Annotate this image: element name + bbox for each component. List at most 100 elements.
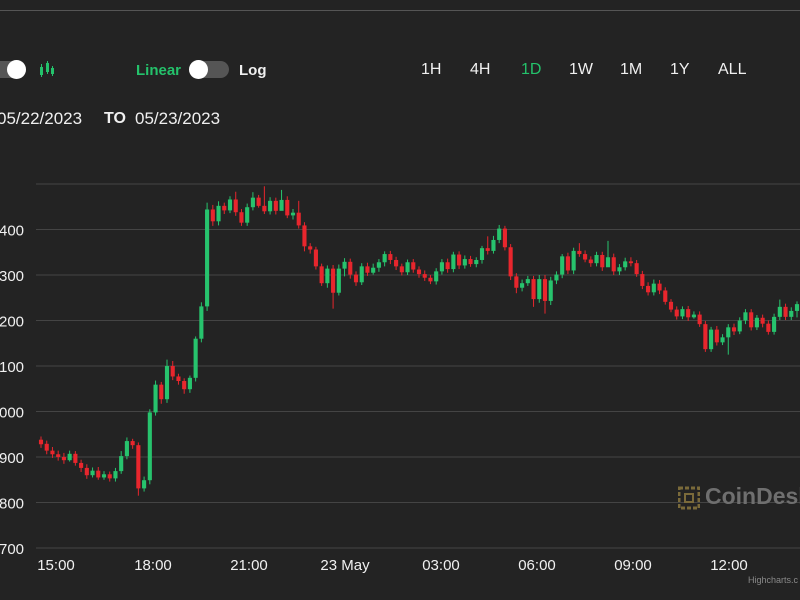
candle[interactable] (680, 306, 685, 320)
candle[interactable] (445, 258, 450, 273)
candle[interactable] (227, 196, 233, 214)
candle[interactable] (331, 264, 336, 309)
candle[interactable] (600, 251, 605, 271)
candle[interactable] (342, 258, 347, 277)
candle[interactable] (623, 257, 628, 271)
candle[interactable] (674, 306, 679, 320)
candle[interactable] (119, 451, 124, 474)
candle[interactable] (256, 194, 261, 208)
candle[interactable] (107, 471, 112, 482)
candle[interactable] (565, 252, 570, 275)
candle[interactable] (628, 257, 633, 267)
candle[interactable] (73, 451, 78, 466)
candle[interactable] (325, 265, 330, 288)
candle[interactable] (147, 409, 152, 485)
candle[interactable] (663, 287, 668, 305)
candle[interactable] (646, 282, 651, 296)
candle[interactable] (56, 450, 61, 461)
candle[interactable] (520, 279, 525, 292)
candle[interactable] (233, 191, 238, 216)
candle[interactable] (250, 192, 255, 211)
candle[interactable] (571, 247, 576, 275)
candle[interactable] (216, 201, 221, 226)
candle[interactable] (772, 313, 777, 335)
candle[interactable] (193, 336, 198, 382)
candle[interactable] (273, 197, 278, 215)
candle[interactable] (554, 271, 559, 285)
candle[interactable] (577, 243, 582, 257)
candle[interactable] (416, 266, 422, 278)
candle[interactable] (268, 197, 273, 215)
candle[interactable] (159, 381, 164, 404)
candle[interactable] (783, 303, 788, 321)
candle[interactable] (731, 323, 737, 336)
candle[interactable] (428, 275, 433, 285)
candle[interactable] (38, 436, 44, 448)
candle[interactable] (766, 320, 771, 335)
candle[interactable] (491, 235, 496, 254)
candle[interactable] (462, 255, 467, 269)
candle[interactable] (611, 253, 616, 275)
candle[interactable] (434, 268, 439, 285)
candle[interactable] (588, 256, 593, 267)
candle[interactable] (743, 309, 748, 325)
candle[interactable] (182, 378, 187, 394)
candle[interactable] (302, 222, 307, 252)
candle[interactable] (502, 225, 507, 251)
candle[interactable] (388, 250, 393, 265)
candle[interactable] (336, 264, 341, 296)
candle[interactable] (537, 275, 542, 303)
candle[interactable] (96, 467, 101, 480)
candle[interactable] (411, 259, 416, 273)
candle[interactable] (720, 334, 725, 346)
candle[interactable] (142, 476, 147, 492)
candle[interactable] (113, 467, 118, 482)
candle[interactable] (348, 258, 353, 279)
candle[interactable] (382, 251, 387, 267)
candle[interactable] (479, 245, 485, 264)
candle[interactable] (726, 324, 731, 355)
candle[interactable] (187, 375, 192, 393)
candle[interactable] (365, 262, 370, 276)
candle[interactable] (691, 311, 696, 319)
candle[interactable] (749, 309, 754, 331)
candle[interactable] (394, 256, 399, 270)
candle[interactable] (399, 263, 404, 276)
candle[interactable] (468, 255, 473, 267)
candle[interactable] (359, 263, 364, 286)
candle[interactable] (514, 273, 519, 294)
candle[interactable] (124, 437, 129, 460)
candle[interactable] (44, 440, 49, 455)
candle[interactable] (583, 250, 588, 263)
candle[interactable] (657, 280, 662, 295)
candle[interactable] (777, 299, 782, 321)
candle[interactable] (714, 325, 719, 346)
candle[interactable] (245, 203, 250, 226)
candle[interactable] (371, 263, 376, 275)
candle[interactable] (205, 202, 210, 311)
highcharts-credits[interactable]: Highcharts.c (748, 575, 798, 585)
candle[interactable] (754, 315, 759, 331)
candle[interactable] (136, 442, 141, 496)
candle[interactable] (457, 251, 462, 270)
candle[interactable] (508, 244, 513, 281)
candle[interactable] (760, 314, 765, 328)
candle[interactable] (531, 275, 536, 307)
candle[interactable] (90, 467, 95, 478)
candle[interactable] (199, 302, 204, 343)
candle[interactable] (313, 246, 318, 270)
candle[interactable] (525, 275, 530, 286)
candle[interactable] (651, 279, 656, 296)
candle[interactable] (84, 464, 89, 479)
candle[interactable] (668, 299, 674, 313)
candle[interactable] (290, 209, 296, 220)
candle[interactable] (308, 243, 313, 254)
candle[interactable] (451, 251, 456, 273)
candle[interactable] (485, 236, 490, 255)
candle[interactable] (703, 320, 708, 352)
candle[interactable] (262, 186, 267, 215)
candle[interactable] (353, 271, 359, 286)
candle[interactable] (170, 360, 175, 381)
candle[interactable] (634, 259, 639, 277)
candle[interactable] (222, 202, 227, 215)
